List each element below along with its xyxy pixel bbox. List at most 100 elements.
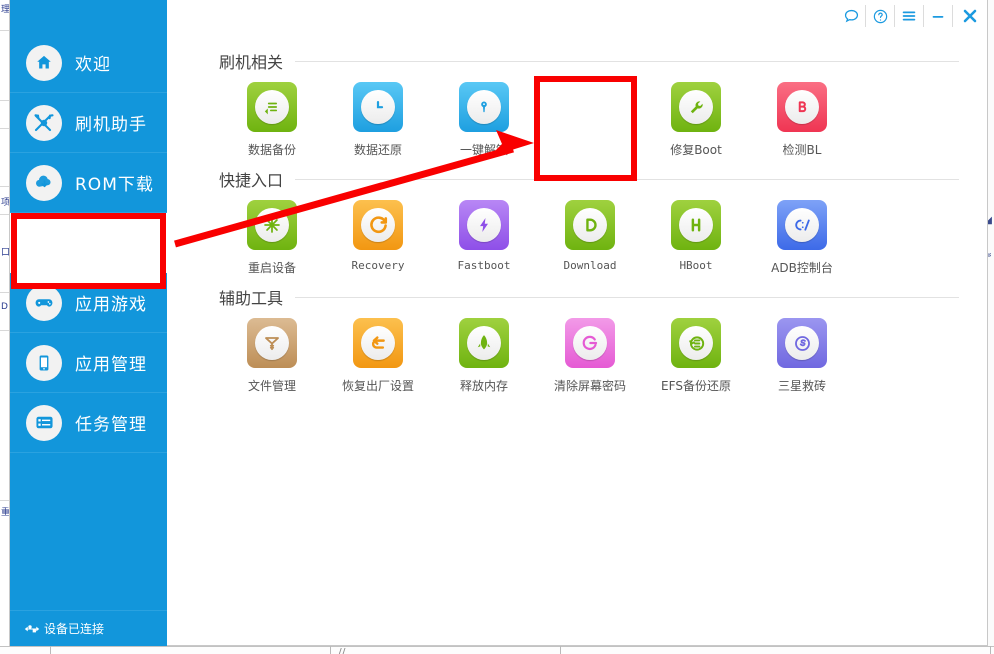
tile-samsung-unbrick[interactable]: 三星救砖 (749, 318, 855, 394)
restore-clock-icon (353, 82, 403, 132)
sidebar-item-welcome[interactable]: 欢迎 (10, 33, 167, 93)
sidebar-item-flash-assistant[interactable]: 刷机助手 (10, 93, 167, 153)
download-cloud-icon (26, 165, 62, 201)
tile-label: 文件管理 (248, 377, 296, 394)
section-rule (295, 179, 959, 180)
section-header: 快捷入口 (219, 164, 987, 194)
wrench-screwdriver-icon (26, 225, 62, 261)
sidebar-item-apps-games[interactable]: 应用游戏 (10, 273, 167, 333)
clear-screen-lock-icon (565, 318, 615, 368)
sidebar: 欢迎 刷机助手 (10, 0, 167, 646)
tile-adb-console[interactable]: ADB控制台 (749, 200, 855, 276)
tile-label: Recovery (352, 259, 405, 272)
tile-repair-boot[interactable]: 修复Boot (643, 82, 749, 158)
sidebar-item-label: 应用管理 (75, 350, 147, 375)
tile-one-key-root[interactable]: 一键ROOT (537, 82, 643, 158)
samsung-unbrick-icon (777, 318, 827, 368)
tile-free-memory[interactable]: 释放内存 (431, 318, 537, 394)
wrench-boot-icon (671, 82, 721, 132)
tile-label: 数据还原 (354, 141, 402, 158)
section-rule (295, 297, 959, 298)
sidebar-nav: 欢迎 刷机助手 (10, 33, 167, 453)
list-icon (26, 405, 62, 441)
tile-file-manager[interactable]: 文件管理 (219, 318, 325, 394)
download-mode-icon (565, 200, 615, 250)
section-title: 辅助工具 (219, 285, 283, 309)
file-manager-icon (247, 318, 297, 368)
tile-label: 恢复出厂设置 (342, 377, 414, 394)
root-icon (565, 82, 615, 132)
tile-label: Fastboot (458, 259, 511, 272)
tile-label: HBoot (679, 259, 712, 272)
factory-reset-icon (353, 318, 403, 368)
tile-label: 检测BL (783, 141, 822, 158)
tile-label: 一键解锁 (460, 141, 508, 158)
sidebar-item-task-management[interactable]: 任务管理 (10, 393, 167, 453)
screen: 理 项 口 D 重 ◢ ≈ // (0, 0, 994, 654)
sidebar-item-app-management[interactable]: 应用管理 (10, 333, 167, 393)
bl-check-icon (777, 82, 827, 132)
tile-reboot-device[interactable]: 重启设备 (219, 200, 325, 276)
free-memory-rocket-icon (459, 318, 509, 368)
minimize-icon[interactable] (924, 1, 952, 31)
device-status: 设备已连接 (10, 610, 167, 646)
tile-data-restore[interactable]: 数据还原 (325, 82, 431, 158)
sidebar-item-utilities[interactable]: 实用工具 (10, 213, 167, 273)
tile-label: 修复Boot (670, 141, 722, 158)
section-title: 快捷入口 (219, 167, 283, 191)
tile-one-key-unlock[interactable]: 一键解锁 (431, 82, 537, 158)
tile-download-mode[interactable]: Download (537, 200, 643, 276)
tile-data-backup[interactable]: 数据备份 (219, 82, 325, 158)
tile-factory-reset[interactable]: 恢复出厂设置 (325, 318, 431, 394)
tile-label: 一键ROOT (561, 141, 620, 158)
section-header: 辅助工具 (219, 282, 987, 312)
usb-icon (24, 623, 40, 635)
tile-row: 重启设备 Recovery (219, 200, 987, 276)
help-circle-icon[interactable] (866, 1, 894, 31)
window-controls (837, 0, 987, 32)
tile-hboot[interactable]: HBoot (643, 200, 749, 276)
hboot-icon (671, 200, 721, 250)
sidebar-item-rom-download[interactable]: ROM下载 (10, 153, 167, 213)
flash-tools-icon (26, 105, 62, 141)
close-icon[interactable] (953, 1, 987, 31)
recovery-icon (353, 200, 403, 250)
sidebar-item-label: 实用工具 (75, 230, 147, 255)
sidebar-item-label: 应用游戏 (75, 290, 147, 315)
background-window-bottom-edge (0, 646, 994, 647)
fastboot-bolt-icon (459, 200, 509, 250)
tile-label: 清除屏幕密码 (554, 377, 626, 394)
tile-label: EFS备份还原 (661, 377, 731, 394)
efs-backup-icon (671, 318, 721, 368)
tile-label: 重启设备 (248, 259, 296, 276)
tile-clear-screen-lock[interactable]: 清除屏幕密码 (537, 318, 643, 394)
tile-label: ADB控制台 (771, 259, 833, 276)
section-rule (295, 61, 959, 62)
tile-row: 数据备份 数据还原 (219, 82, 987, 158)
tile-label: Download (564, 259, 617, 272)
tile-label: 数据备份 (248, 141, 296, 158)
tile-recovery[interactable]: Recovery (325, 200, 431, 276)
device-status-label: 设备已连接 (44, 620, 104, 637)
sidebar-item-label: 刷机助手 (75, 110, 147, 135)
section-flash-related: 刷机相关 (219, 46, 987, 158)
section-quick-entry: 快捷入口 重启设备 (219, 164, 987, 276)
tile-fastboot[interactable]: Fastboot (431, 200, 537, 276)
tile-label: 释放内存 (460, 377, 508, 394)
tile-check-bl[interactable]: 检测BL (749, 82, 855, 158)
bg-edge-text-3: D (1, 302, 8, 312)
sidebar-item-label: 欢迎 (75, 50, 111, 75)
tile-row: 文件管理 恢复出厂设置 (219, 318, 987, 394)
phone-icon (26, 345, 62, 381)
speech-bubble-icon[interactable] (837, 1, 865, 31)
section-auxiliary-tools: 辅助工具 (219, 282, 987, 394)
backup-icon (247, 82, 297, 132)
application-window: 欢迎 刷机助手 (9, 0, 988, 646)
section-title: 刷机相关 (219, 49, 283, 73)
main-content: 刷机相关 (167, 32, 987, 645)
gamepad-icon (26, 285, 62, 321)
tile-label: 三星救砖 (778, 377, 826, 394)
hamburger-menu-icon[interactable] (895, 1, 923, 31)
sidebar-item-label: 任务管理 (75, 410, 147, 435)
tile-efs-backup-restore[interactable]: EFS备份还原 (643, 318, 749, 394)
